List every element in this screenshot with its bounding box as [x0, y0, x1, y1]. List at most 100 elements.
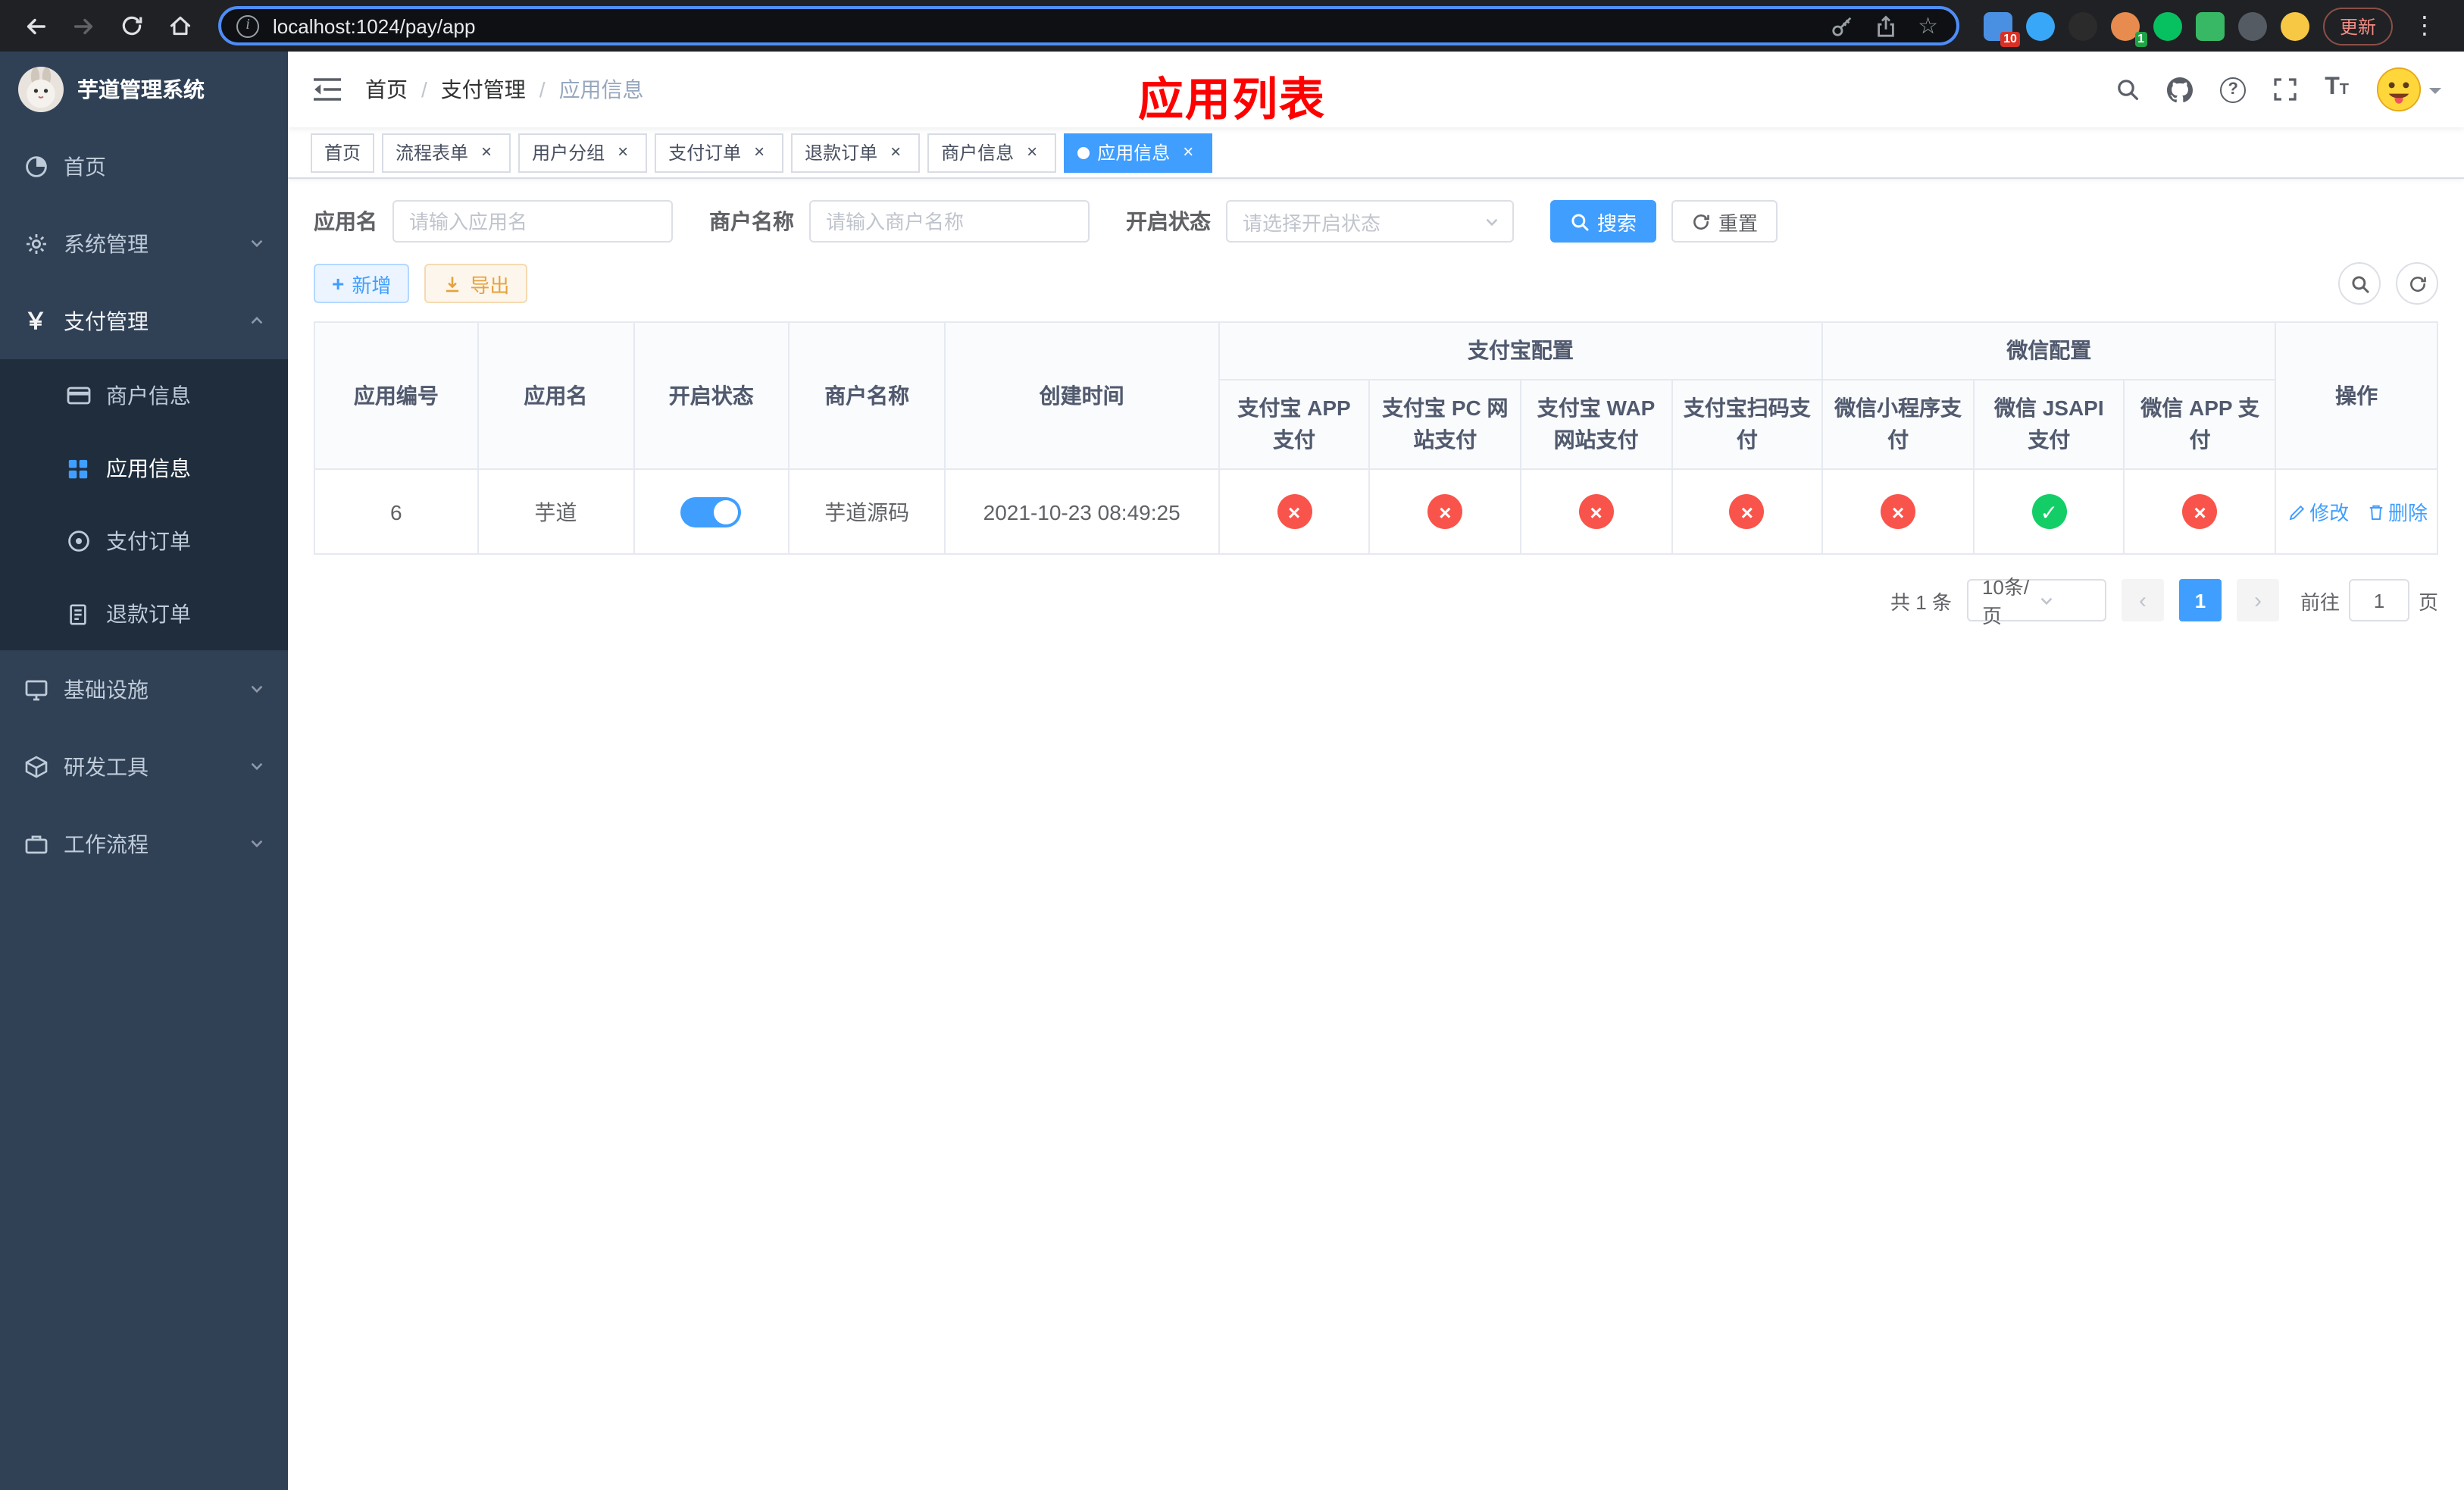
merchant-name-input[interactable]: [809, 200, 1090, 243]
chevron-down-icon: [249, 681, 265, 697]
dashboard-icon: [23, 154, 48, 178]
tab-close-icon[interactable]: ×: [1021, 141, 1043, 163]
sidebar-item-merchant-info[interactable]: 商户信息: [0, 359, 288, 432]
goto-page-input[interactable]: [2348, 579, 2409, 621]
tab-close-icon[interactable]: ×: [749, 141, 770, 163]
breadcrumb: 首页 / 支付管理 / 应用信息: [365, 74, 644, 105]
back-icon[interactable]: [15, 6, 55, 45]
share-icon[interactable]: [1874, 14, 1896, 37]
alipay-app-status-icon: ×: [1277, 494, 1312, 529]
font-size-icon[interactable]: TT: [2325, 75, 2349, 103]
search-icon[interactable]: [2115, 77, 2140, 102]
status-toggle[interactable]: [680, 496, 742, 527]
page-size-select[interactable]: 10条/页: [1966, 576, 2106, 628]
forward-icon[interactable]: [64, 6, 103, 45]
tab-process-form[interactable]: 流程表单 ×: [382, 133, 511, 172]
chevron-down-icon: [2038, 592, 2094, 609]
toggle-search-button[interactable]: [2338, 262, 2381, 305]
sidebar-item-app-info[interactable]: 应用信息: [0, 432, 288, 505]
sidebar-item-payment[interactable]: ￥ 支付管理: [0, 282, 288, 359]
col-wechat-app: 微信 APP 支付: [2123, 379, 2277, 470]
sidebar-item-home[interactable]: 首页: [0, 127, 288, 205]
screen: i localhost:1024/pay/app ☆ 10 1 更新 ⋮ 芋道管…: [0, 0, 2464, 1490]
next-page-button[interactable]: ›: [2236, 579, 2279, 621]
password-key-icon[interactable]: [1830, 14, 1853, 37]
refresh-table-button[interactable]: [2396, 262, 2438, 305]
sidebar-item-devtools[interactable]: 研发工具: [0, 728, 288, 805]
col-status: 开启状态: [633, 321, 790, 470]
extensions-area: 10 1 更新 ⋮: [1978, 7, 2449, 46]
tab-pay-order[interactable]: 支付订单 ×: [655, 133, 784, 172]
prev-page-button[interactable]: ‹: [2121, 579, 2164, 621]
tab-app-info[interactable]: 应用信息 ×: [1064, 133, 1213, 172]
breadcrumb-separator: /: [421, 77, 427, 102]
merchant-card-icon: [65, 383, 91, 408]
edit-button[interactable]: 修改: [2288, 497, 2349, 526]
search-button[interactable]: 搜索: [1550, 200, 1657, 243]
page-content: 应用名 商户名称 开启状态 请选择开启状态: [288, 179, 2464, 1490]
tab-user-group[interactable]: 用户分组 ×: [518, 133, 648, 172]
tab-close-icon[interactable]: ×: [885, 141, 906, 163]
delete-button[interactable]: 删除: [2367, 497, 2428, 526]
browser-toolbar: i localhost:1024/pay/app ☆ 10 1 更新 ⋮: [0, 0, 2464, 52]
url-text[interactable]: localhost:1024/pay/app: [273, 14, 475, 37]
app-name-input[interactable]: [392, 200, 673, 243]
site-info-icon[interactable]: i: [236, 14, 259, 37]
extension-icon-3[interactable]: [2068, 11, 2097, 40]
extension-icon-1[interactable]: 10: [1983, 11, 2020, 46]
browser-menu-icon[interactable]: ⋮: [2406, 11, 2443, 41]
help-icon[interactable]: ?: [2220, 77, 2247, 102]
sidebar-item-system[interactable]: 系统管理: [0, 205, 288, 282]
cell-operations: 修改 删除: [2275, 468, 2438, 555]
app-logo[interactable]: 芋道管理系统: [0, 52, 288, 127]
reset-button[interactable]: 重置: [1671, 200, 1778, 243]
add-button[interactable]: + 新增: [314, 264, 410, 303]
navbar-actions: ? TT: [2115, 67, 2441, 112]
extension-icon-2[interactable]: [2025, 11, 2055, 40]
breadcrumb-payment[interactable]: 支付管理: [441, 74, 526, 105]
tab-close-icon[interactable]: ×: [476, 141, 497, 163]
fullscreen-icon[interactable]: [2273, 77, 2297, 102]
sidebar-item-infrastructure[interactable]: 基础设施: [0, 650, 288, 728]
yen-icon: ￥: [23, 309, 47, 335]
emoji-extension-icon[interactable]: [2280, 11, 2309, 40]
breadcrumb-separator: /: [539, 77, 546, 102]
plus-icon: +: [332, 271, 345, 296]
tab-close-icon[interactable]: ×: [1177, 141, 1199, 163]
col-wechat-mini: 微信小程序支付: [1821, 379, 1975, 470]
user-avatar[interactable]: [2376, 67, 2441, 112]
home-icon[interactable]: [161, 6, 200, 45]
tab-home[interactable]: 首页: [311, 133, 375, 172]
github-icon[interactable]: [2167, 77, 2194, 102]
page-number-1[interactable]: 1: [2178, 579, 2222, 621]
status-select[interactable]: 请选择开启状态: [1226, 200, 1514, 243]
profile-extension-icon[interactable]: 1: [2110, 11, 2147, 46]
col-group-alipay: 支付宝配置: [1218, 321, 1824, 380]
col-alipay-pc: 支付宝 PC 网站支付: [1368, 379, 1521, 470]
goto-prefix: 前往: [2300, 590, 2340, 613]
app-grid-icon: [65, 457, 91, 480]
chevron-down-icon: [1484, 213, 1500, 230]
sidebar-toggle-icon[interactable]: [311, 77, 353, 102]
breadcrumb-home[interactable]: 首页: [365, 74, 408, 105]
tab-close-icon[interactable]: ×: [612, 141, 633, 163]
bookmark-star-icon[interactable]: ☆: [1918, 14, 1938, 37]
extension-icon-6[interactable]: [2195, 11, 2225, 40]
gear-icon: [23, 231, 48, 255]
extension-icon-5[interactable]: [2153, 11, 2182, 40]
alipay-pc-status-icon: ×: [1427, 494, 1463, 529]
address-bar[interactable]: i localhost:1024/pay/app ☆: [218, 6, 1959, 45]
sidebar-item-workflow[interactable]: 工作流程: [0, 805, 288, 882]
extension-icon-7[interactable]: [2237, 11, 2267, 40]
tab-merchant-info[interactable]: 商户信息 ×: [927, 133, 1057, 172]
sidebar-item-pay-order[interactable]: 支付订单: [0, 505, 288, 578]
reload-icon[interactable]: [112, 6, 152, 45]
col-app-name: 应用名: [477, 321, 635, 470]
browser-update-button[interactable]: 更新: [2322, 7, 2393, 45]
export-button[interactable]: 导出: [424, 264, 528, 303]
sidebar-item-refund-order[interactable]: 退款订单: [0, 578, 288, 650]
tab-refund-order[interactable]: 退款订单 ×: [791, 133, 921, 172]
wechat-mini-status-icon: ×: [1881, 494, 1916, 529]
table-toolbar: + 新增 导出: [314, 262, 2438, 305]
merchant-name-label: 商户名称: [709, 209, 794, 233]
